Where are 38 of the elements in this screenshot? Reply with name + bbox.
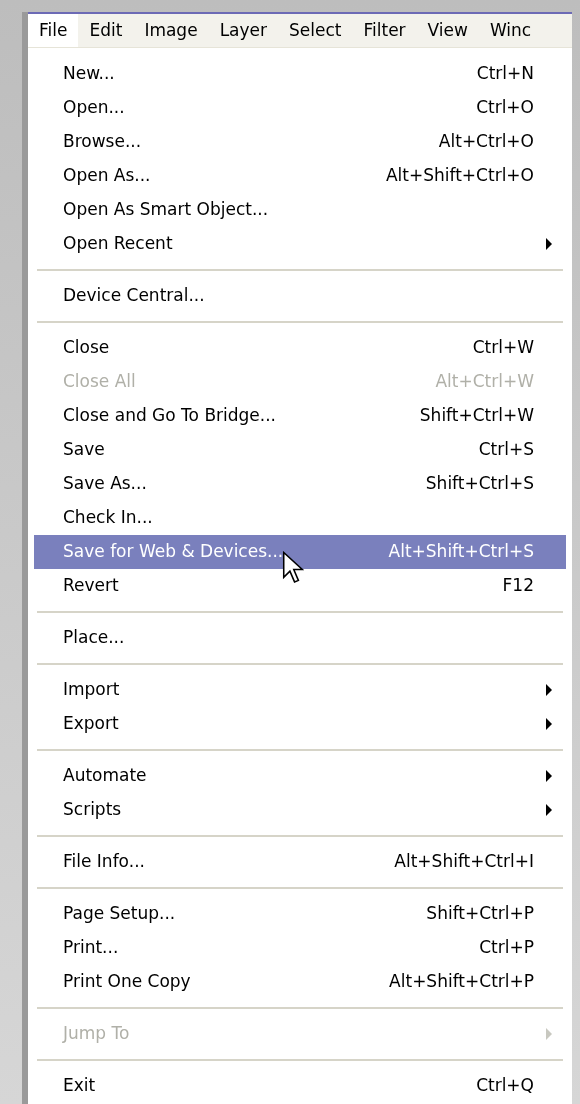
menu-bar-item[interactable]: Filter	[352, 14, 417, 47]
menu-item[interactable]: Check In...	[34, 501, 566, 535]
submenu-arrow-icon	[546, 804, 552, 816]
menu-bar-item[interactable]: File	[28, 14, 79, 47]
submenu-arrow-icon	[546, 684, 552, 696]
menu-bar-item[interactable]: Edit	[78, 14, 134, 47]
submenu-arrow-icon	[546, 770, 552, 782]
menu-item[interactable]: New... Ctrl+N	[34, 57, 566, 91]
menu-item[interactable]: Place...	[34, 621, 566, 655]
menu-item[interactable]: Save Ctrl+S	[34, 433, 566, 467]
menu-item[interactable]: Save As... Shift+Ctrl+S	[34, 467, 566, 501]
menu-bar-item[interactable]: Layer	[208, 14, 279, 47]
menu-item[interactable]: File Info... Alt+Shift+Ctrl+I	[34, 845, 566, 879]
menu-item[interactable]: Automate	[34, 759, 566, 793]
menu-item[interactable]: Browse... Alt+Ctrl+O	[34, 125, 566, 159]
menu-item[interactable]: Import	[34, 673, 566, 707]
menu-bar-item[interactable]: View	[416, 14, 479, 47]
submenu-arrow-icon	[546, 1028, 552, 1040]
menu-item[interactable]: Print... Ctrl+P	[34, 931, 566, 965]
menu-item[interactable]: Device Central...	[34, 279, 566, 313]
menu-item[interactable]: Open Recent	[34, 227, 566, 261]
menu-item[interactable]: Scripts	[34, 793, 566, 827]
menu-item[interactable]: Page Setup... Shift+Ctrl+P	[34, 897, 566, 931]
menu-item[interactable]: Export	[34, 707, 566, 741]
menu-item[interactable]: Exit Ctrl+Q	[34, 1069, 566, 1103]
menu-item[interactable]: Open As... Alt+Shift+Ctrl+O	[34, 159, 566, 193]
menu-item[interactable]: Close and Go To Bridge... Shift+Ctrl+W	[34, 399, 566, 433]
menu-bar-item[interactable]: Select	[278, 14, 353, 47]
menu-bar-item[interactable]: Winc	[478, 14, 543, 47]
menu-item[interactable]: Revert F12	[34, 569, 566, 603]
mouse-pointer-icon	[282, 551, 304, 585]
submenu-arrow-icon	[546, 718, 552, 730]
menu-bar-item[interactable]: Image	[133, 14, 209, 47]
submenu-arrow-icon	[546, 238, 552, 250]
menu-item[interactable]: Open As Smart Object...	[34, 193, 566, 227]
menu-item[interactable]: Close Ctrl+W	[34, 331, 566, 365]
menu-item[interactable]: Open... Ctrl+O	[34, 91, 566, 125]
menu-item[interactable]: Print One Copy Alt+Shift+Ctrl+P	[34, 965, 566, 999]
